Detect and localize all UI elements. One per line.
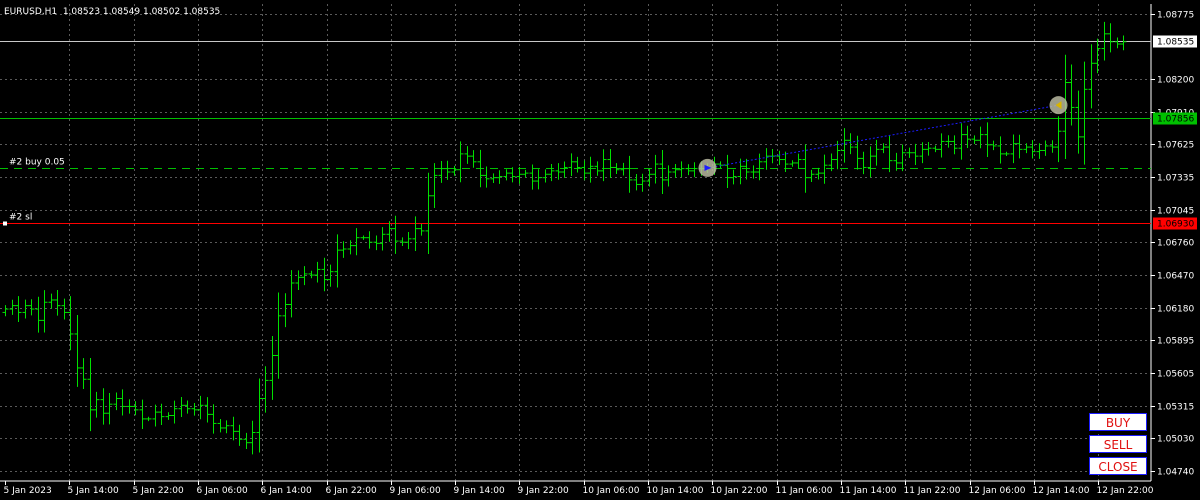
time-tick-label: 5 Jan 22:00 [133, 486, 185, 496]
time-tick-label: 10 Jan 22:00 [711, 486, 768, 496]
chart-background [0, 0, 1200, 500]
order-open-label: #2 buy 0.05 [9, 158, 65, 168]
price-tick-label: 1.07045 [1157, 207, 1194, 217]
price-tick-label: 1.08775 [1157, 11, 1194, 21]
time-tick-label: 12 Jan 06:00 [969, 486, 1026, 496]
price-tick-label: 1.05605 [1157, 370, 1194, 380]
stop-loss-handle [3, 221, 7, 226]
time-tick-label: 9 Jan 22:00 [518, 486, 570, 496]
time-tick-label: 12 Jan 14:00 [1033, 486, 1090, 496]
time-tick-label: 11 Jan 06:00 [776, 486, 833, 496]
price-tick-label: 1.07625 [1157, 141, 1194, 151]
price-tick-label: 1.05030 [1157, 435, 1194, 445]
time-tick-label: 11 Jan 14:00 [840, 486, 897, 496]
time-tick-label: 6 Jan 06:00 [197, 486, 249, 496]
bid-price-label: 1.08535 [1157, 38, 1194, 48]
price-tick-label: 1.06180 [1157, 305, 1194, 315]
price-axis-labels: 1.087751.082001.079101.076251.073351.070… [1151, 11, 1194, 478]
close-button[interactable]: CLOSE [1089, 457, 1147, 475]
time-tick-label: 5 Jan 14:00 [68, 486, 120, 496]
time-tick-label: 10 Jan 06:00 [583, 486, 640, 496]
time-tick-label: 11 Jan 22:00 [904, 486, 961, 496]
price-tick-label: 1.08200 [1157, 76, 1194, 86]
time-tick-label: 6 Jan 14:00 [261, 486, 313, 496]
time-tick-label: 9 Jan 14:00 [454, 486, 506, 496]
price-tick-label: 1.07335 [1157, 174, 1194, 184]
chart-title: EURUSD,H1 1.08523 1.08549 1.08502 1.0853… [4, 7, 221, 17]
buy-button[interactable]: BUY [1089, 413, 1147, 431]
sell-button[interactable]: SELL [1089, 435, 1147, 453]
time-tick-label: 9 Jan 06:00 [390, 486, 442, 496]
price-tick-label: 1.04740 [1157, 468, 1194, 478]
price-tick-label: 1.06760 [1157, 239, 1194, 249]
price-tick-label: 1.05895 [1157, 337, 1194, 347]
time-tick-label: 6 Jan 22:00 [326, 486, 378, 496]
price-chart[interactable]: 1.087751.082001.079101.076251.073351.070… [0, 0, 1200, 500]
time-tick-label: 5 Jan 2023 [4, 486, 52, 496]
price-tick-label: 1.06470 [1157, 272, 1194, 282]
price-tick-label: 1.05315 [1157, 403, 1194, 413]
green-level-label: 1.07856 [1157, 115, 1194, 125]
time-tick-label: 10 Jan 14:00 [647, 486, 704, 496]
time-tick-label: 12 Jan 22:00 [1097, 486, 1154, 496]
stop-loss-text: #2 sl [9, 213, 32, 223]
stop-loss-price-label: 1.06930 [1157, 220, 1194, 230]
